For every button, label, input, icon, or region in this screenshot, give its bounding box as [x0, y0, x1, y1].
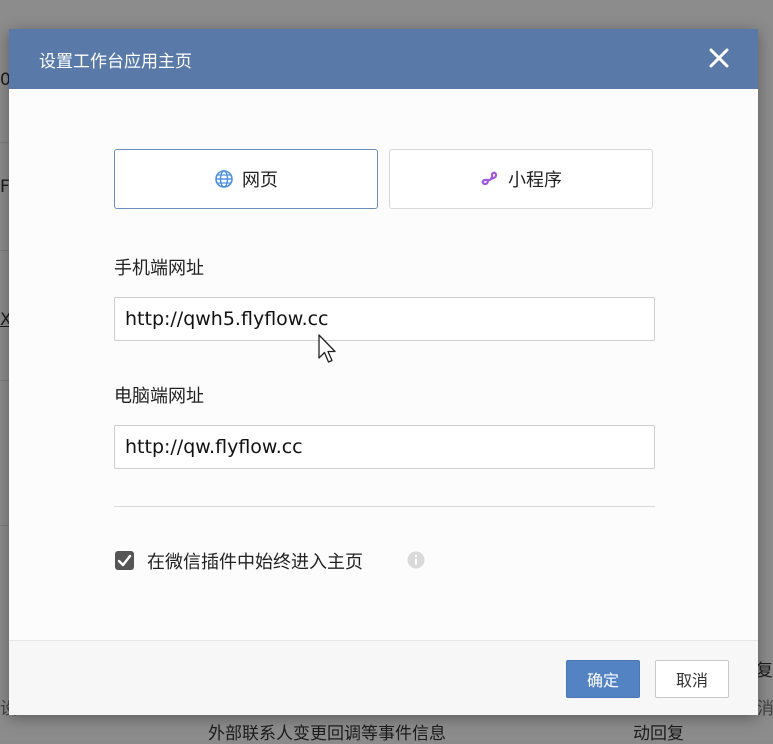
pc-url-input[interactable] [114, 425, 655, 469]
mouse-cursor-icon [318, 334, 336, 363]
tab-mini-program-label: 小程序 [508, 170, 562, 191]
dialog-header: 设置工作台应用主页 [9, 29, 758, 89]
dialog-footer: 确定 取消 [9, 640, 758, 715]
mobile-url-input[interactable] [114, 297, 655, 341]
always-enter-home-label: 在微信插件中始终进入主页 [147, 552, 363, 573]
globe-icon [214, 169, 234, 189]
section-divider [114, 506, 655, 507]
tab-web-page[interactable]: 网页 [114, 149, 378, 209]
cancel-button[interactable]: 取消 [655, 660, 729, 698]
mini-program-link-icon [480, 169, 500, 189]
dialog-title: 设置工作台应用主页 [39, 52, 192, 72]
mobile-url-label: 手机端网址 [114, 258, 204, 279]
close-icon[interactable] [705, 44, 733, 72]
confirm-button[interactable]: 确定 [566, 660, 640, 698]
tab-web-page-label: 网页 [242, 170, 278, 191]
always-enter-home-checkbox[interactable] [115, 551, 134, 570]
info-icon[interactable] [407, 551, 425, 569]
dialog-body: 网页 小程序 手机端网址 电脑端网址 在微信插件中始终进入主页 [9, 89, 758, 640]
pc-url-label: 电脑端网址 [114, 386, 204, 407]
app-homepage-dialog: 设置工作台应用主页 网页 小程序 手机端网址 http://qwh5.flyfl… [9, 29, 758, 715]
tab-mini-program[interactable]: 小程序 [389, 149, 653, 209]
checkmark-icon [117, 554, 132, 567]
